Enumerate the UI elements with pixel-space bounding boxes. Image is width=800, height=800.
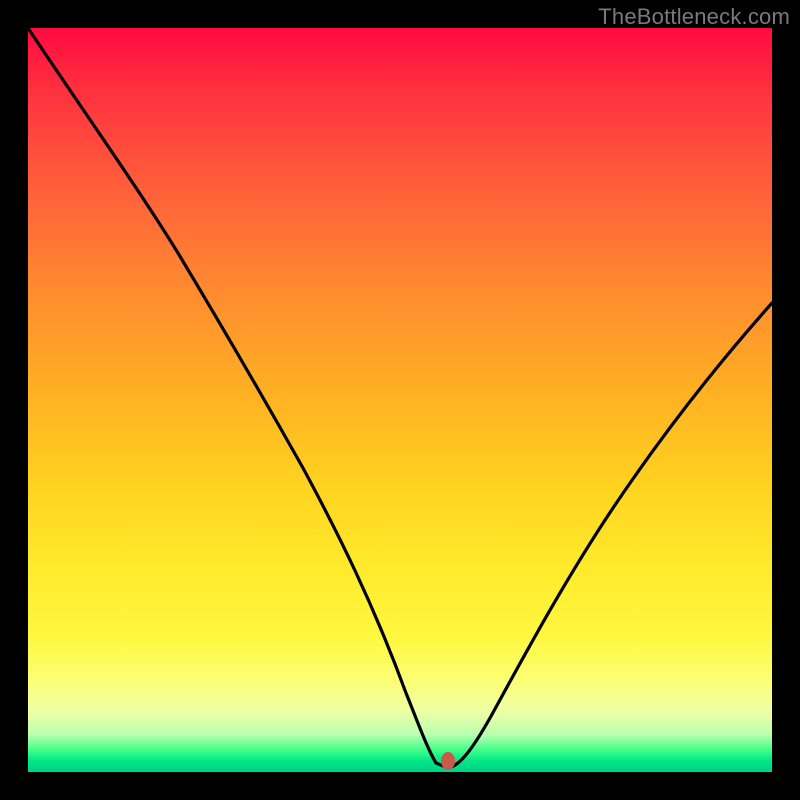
bottleneck-marker	[441, 752, 455, 770]
watermark-text: TheBottleneck.com	[598, 4, 790, 30]
gradient-plot-area	[28, 28, 772, 772]
chart-frame: TheBottleneck.com	[0, 0, 800, 800]
